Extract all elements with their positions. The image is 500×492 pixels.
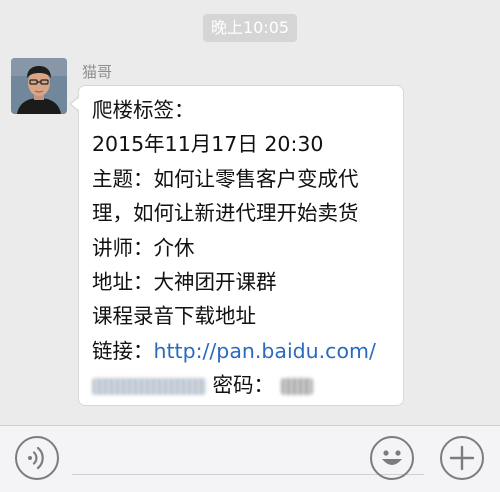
message-title: 爬楼标签：: [92, 98, 195, 122]
message-topic-line-1: 主题：如何让零售客户变成代: [92, 166, 359, 191]
timestamp-badge: 晚上10:05: [203, 14, 297, 42]
more-button[interactable]: [440, 436, 484, 480]
message-body: 爬楼标签： 2015年11月17日 20:30 主题：如何让零售客户变成代 理，…: [92, 93, 500, 403]
message-address: 地址：大神团开课群: [92, 269, 277, 294]
redacted-password: [280, 377, 313, 395]
message-datetime: 2015年11月17日 20:30: [92, 132, 324, 157]
link-label: 链接：: [92, 338, 154, 363]
avatar[interactable]: [11, 58, 67, 114]
voice-icon: [28, 446, 44, 470]
message-link-line: 链接：http://pan.baidu.com/: [92, 334, 500, 368]
redacted-link-path: [92, 377, 206, 395]
input-bar: [0, 425, 500, 492]
message-recording: 课程录音下载地址: [92, 304, 256, 329]
message-password-line: 密码：: [92, 368, 500, 402]
emoji-icon: [382, 450, 402, 465]
voice-button[interactable]: [15, 436, 59, 480]
emoji-button[interactable]: [370, 436, 414, 480]
sender-name: 猫哥: [82, 63, 113, 81]
message-topic-line-2: 理，如何让新进代理开始卖货: [92, 201, 359, 226]
avatar-image: [11, 58, 67, 114]
bubble-tail: [71, 97, 80, 111]
download-link[interactable]: http://pan.baidu.com/: [154, 339, 376, 363]
message-lecturer: 讲师：介休: [92, 235, 195, 260]
password-label: 密码：: [212, 373, 275, 398]
plus-icon: [449, 445, 475, 471]
